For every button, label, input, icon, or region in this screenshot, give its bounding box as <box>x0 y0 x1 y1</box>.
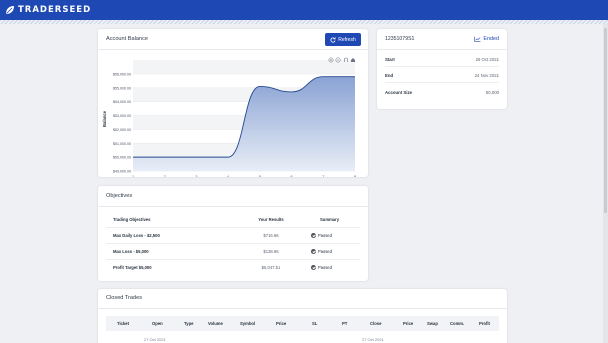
col-swap: Swap <box>427 321 438 326</box>
x-tick-label: 4 <box>227 175 229 177</box>
x-tick-label: 7 <box>322 175 324 177</box>
objective-summary: Passed <box>311 233 332 238</box>
brand-logo[interactable]: TRADERSEED <box>5 5 91 15</box>
closed-trades-card: Closed Trades Ticket Open Type Volume Sy… <box>98 289 507 343</box>
col-ticket: Ticket <box>117 321 130 326</box>
info-row-end: End 24 Nov 2021 <box>385 73 499 78</box>
info-row-account-size: Account Size 50,000 <box>385 90 499 95</box>
cell-open: 27 Oct 2021 <box>144 337 166 342</box>
grid-band <box>133 60 355 74</box>
objectives-header: Trading Objectives Your Results Summary <box>106 212 360 227</box>
objectives-card: Objectives Trading Objectives Your Resul… <box>98 186 368 281</box>
x-tick-label: 2 <box>164 175 166 177</box>
objective-row: Max Loss - $5,000 $138.95 Passed <box>106 244 360 259</box>
info-label: End <box>385 73 394 78</box>
card-divider <box>377 49 507 50</box>
y-tick-label: $55,000.00 <box>113 86 131 90</box>
objective-result: $716.66 <box>263 233 279 238</box>
summary-text: Passed <box>318 265 332 270</box>
cell-close: 27 Oct 2021 <box>362 337 384 342</box>
x-tick-label: 6 <box>291 175 293 177</box>
objective-header: Trading Objectives <box>113 217 151 222</box>
objective-row: Profit Target $5,000 $5,047.51 Passed <box>106 260 360 275</box>
info-value: 50,000 <box>485 90 499 95</box>
col-close-price: Price <box>403 321 414 326</box>
x-tick-label: 1 <box>132 175 134 177</box>
y-tick-label: $53,000.00 <box>113 114 131 118</box>
check-circle-icon <box>311 233 316 238</box>
x-tick-label: 8 <box>354 175 356 177</box>
col-symbol: Symbol <box>240 321 256 326</box>
col-sl: SL <box>312 321 318 326</box>
objective-label: Profit Target $5,000 <box>113 265 152 270</box>
closed-trades-title: Closed Trades <box>106 295 143 301</box>
info-value: 24 Nov 2021 <box>474 73 499 78</box>
col-type: Type <box>184 321 194 326</box>
header-pattern <box>0 20 608 24</box>
col-open: Open <box>152 321 163 326</box>
y-tick-label: $51,000.00 <box>113 142 131 146</box>
card-divider <box>98 206 368 207</box>
table-row: 27 Oct 2021 27 Oct 2021 <box>106 335 499 343</box>
col-close: Close <box>370 321 382 326</box>
objective-label: Max Loss - $5,000 <box>113 249 149 254</box>
col-comm: Comm. <box>450 321 465 326</box>
objective-summary: Passed <box>311 249 332 254</box>
info-value: 26 Oct 2021 <box>475 57 499 62</box>
check-circle-icon <box>311 249 316 254</box>
balance-chart: $56,000.00 $55,000.00 $54,000.00 $53,000.00… <box>102 57 356 177</box>
result-header: Your Results <box>258 217 284 222</box>
chart-line-icon <box>474 36 481 42</box>
x-tick-label: 3 <box>195 175 197 177</box>
trades-table-header: Ticket Open Type Volume Symbol Price SL … <box>106 316 499 331</box>
y-tick-label: $49,000.00 <box>113 170 131 174</box>
summary-text: Passed <box>318 249 332 254</box>
col-volume: Volume <box>208 321 223 326</box>
row-divider <box>385 82 499 83</box>
col-pt: PT <box>342 321 348 326</box>
objectives-title: Objectives <box>106 193 133 199</box>
top-navbar: TRADERSEED <box>0 0 608 20</box>
account-info-card: 12351079S1 Ended Start 26 Oct 2021 End 2… <box>377 29 507 109</box>
account-id: 12351079S1 <box>385 36 415 42</box>
account-status: Ended <box>474 36 499 42</box>
y-tick-label: $52,000.00 <box>113 128 131 132</box>
brand-name: TRADERSEED <box>18 5 92 15</box>
y-tick-label: $56,000.00 <box>113 72 131 76</box>
check-circle-icon <box>311 265 316 270</box>
info-label: Start <box>385 57 395 62</box>
objective-result: $138.95 <box>263 249 279 254</box>
objective-summary: Passed <box>311 265 332 270</box>
info-row-start: Start 26 Oct 2021 <box>385 57 499 62</box>
y-axis-label: Balance <box>102 110 107 127</box>
info-label: Account Size <box>385 90 412 95</box>
scrollbar-thumb[interactable] <box>604 28 607 213</box>
summary-text: Passed <box>318 233 332 238</box>
logo-leaf-icon <box>6 6 14 14</box>
x-tick-label: 5 <box>259 175 261 177</box>
account-balance-card: Account Balance Refresh $56,000.00 $55,00… <box>98 29 368 177</box>
objective-label: Max Daily Loss - $2,500 <box>113 233 160 238</box>
y-tick-label: $50,000.00 <box>113 156 131 160</box>
objective-row: Max Daily Loss - $2,500 $716.66 Passed <box>106 228 360 243</box>
card-divider <box>98 308 507 309</box>
home-icon[interactable] <box>351 58 355 62</box>
objective-result: $5,047.51 <box>261 265 281 270</box>
col-profit: Profit <box>479 321 490 326</box>
status-label: Ended <box>483 36 499 42</box>
summary-header: Summary <box>320 217 340 222</box>
y-tick-label: $54,000.00 <box>113 100 131 104</box>
col-price: Price <box>276 321 287 326</box>
row-divider <box>385 66 499 67</box>
